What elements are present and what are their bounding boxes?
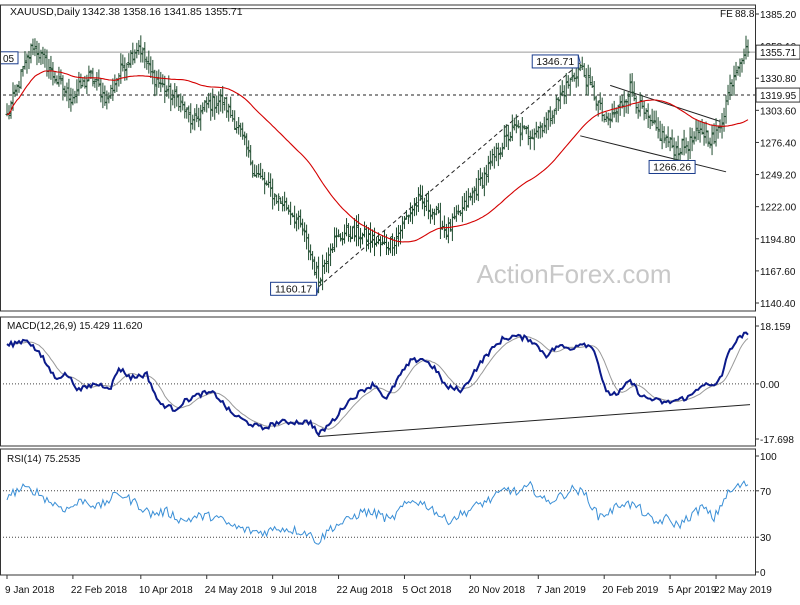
macd-axis-label: -17.698: [760, 435, 794, 446]
price-axis-label: 1194.80: [760, 235, 796, 246]
price-annotation-label: 1160.17: [275, 283, 312, 295]
x-axis-label: 20 Nov 2018: [468, 585, 525, 596]
x-axis-label: 5 Apr 2019: [668, 585, 717, 596]
chart-header-symbol: XAUUSD,Daily: [10, 6, 81, 18]
price-axis-label: 1140.40: [760, 299, 796, 310]
x-axis-label: 7 Jan 2019: [536, 585, 586, 596]
rsi-axis-label: 100: [760, 452, 777, 463]
price-annotation-label: 1266.26: [653, 161, 691, 173]
rsi-axis-label: 30: [760, 533, 772, 544]
watermark: ActionForex.com: [476, 259, 671, 289]
price-axis-label: 1167.60: [760, 267, 796, 278]
rsi-label: RSI(14) 75.2535: [7, 454, 81, 465]
price-axis-label: 1276.40: [760, 138, 797, 149]
forex-chart: ActionForex.com XAUUSD,Daily 1342.38 1358.…: [0, 0, 800, 600]
x-axis-label: 22 May 2019: [714, 585, 772, 596]
price-axis-label: 1303.60: [760, 106, 797, 117]
price-annotation-label: 1346.71: [536, 56, 574, 68]
current-price-tag: 1355.71: [760, 48, 797, 59]
x-axis-label: 22 Aug 2018: [337, 585, 394, 596]
fe-value: 88.8: [735, 9, 755, 20]
x-axis-label: 5 Oct 2018: [402, 585, 451, 596]
level-price-tag: 1319.95: [760, 91, 797, 102]
macd-label: MACD(12,26,9) 15.429 11.620: [7, 321, 143, 332]
price-axis-label: 1385.20: [760, 10, 797, 21]
x-axis-label: 24 May 2018: [205, 585, 263, 596]
macd-axis-label: 0.00: [760, 380, 780, 391]
price-axis-label: 1330.80: [760, 74, 797, 85]
x-axis-label: 22 Feb 2018: [71, 585, 128, 596]
fe-label: FE: [720, 9, 733, 20]
rsi-axis-label: 70: [760, 487, 772, 498]
left-edge-label: 05: [3, 54, 15, 65]
macd-axis-label: 18.159: [760, 322, 791, 333]
price-axis-label: 1249.20: [760, 171, 797, 182]
rsi-axis-label: 0: [760, 568, 766, 579]
x-axis-label: 9 Jan 2018: [5, 585, 55, 596]
chart-root: ActionForex.com XAUUSD,Daily 1342.38 1358.…: [0, 0, 800, 600]
price-axis-label: 1222.00: [760, 203, 797, 214]
x-axis-label: 10 Apr 2018: [139, 585, 193, 596]
chart-header-ohlc: 1342.38 1358.16 1341.85 1355.71: [82, 6, 243, 18]
x-axis-label: 9 Jul 2018: [271, 585, 318, 596]
x-axis-label: 20 Feb 2019: [602, 585, 659, 596]
